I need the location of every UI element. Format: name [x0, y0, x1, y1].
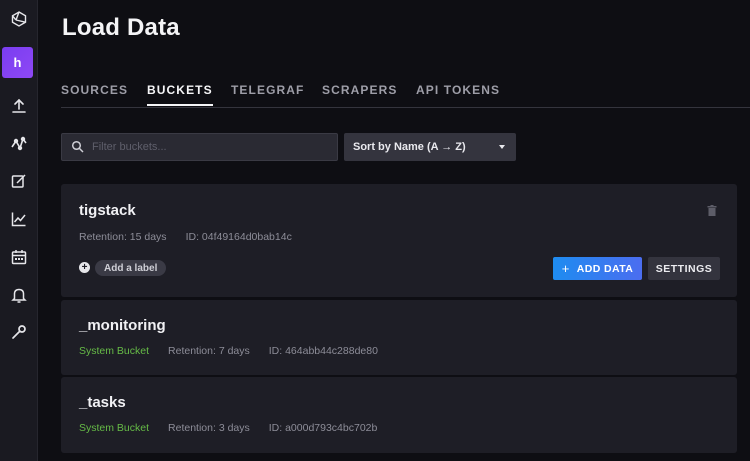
calendar-icon[interactable]	[0, 242, 38, 272]
bucket-card: _monitoring System Bucket Retention: 7 d…	[61, 300, 737, 375]
org-avatar[interactable]: h	[2, 47, 33, 78]
bucket-card: tigstack Retention: 15 days ID: 04f49164…	[61, 184, 737, 297]
bucket-name-link[interactable]: _tasks	[79, 394, 126, 411]
bell-icon[interactable]	[0, 280, 38, 310]
tab-bar: SOURCES BUCKETS TELEGRAF SCRAPERS API TO…	[61, 80, 750, 108]
bucket-card: _tasks System Bucket Retention: 3 days I…	[61, 377, 737, 453]
tab-telegraf[interactable]: TELEGRAF	[231, 83, 304, 97]
system-bucket-badge: System Bucket	[79, 422, 150, 434]
pulse-icon[interactable]	[0, 129, 38, 159]
bucket-name-link[interactable]: tigstack	[79, 202, 136, 219]
tab-scrapers[interactable]: SCRAPERS	[322, 83, 397, 97]
filter-buckets-input[interactable]	[92, 134, 332, 160]
retention-text: Retention: 15 days	[79, 231, 167, 243]
bucket-id-text: ID: 04f49164d0bab14c	[185, 231, 292, 243]
bucket-name-link[interactable]: _monitoring	[79, 317, 166, 334]
wrench-icon[interactable]	[0, 317, 38, 347]
bucket-id-text: ID: a000d793c4bc702b	[268, 422, 378, 434]
retention-text: Retention: 3 days	[168, 422, 250, 434]
chart-icon[interactable]	[0, 204, 38, 234]
sidebar: h	[0, 0, 38, 461]
edit-icon[interactable]	[0, 166, 38, 196]
page-title: Load Data	[62, 14, 180, 41]
retention-text: Retention: 7 days	[168, 345, 250, 357]
sort-dropdown[interactable]: Sort by Name (A → Z)	[344, 133, 516, 161]
search-icon	[71, 140, 84, 153]
add-label-button[interactable]: Add a label	[95, 260, 167, 276]
tab-api-tokens[interactable]: API TOKENS	[416, 83, 500, 97]
bucket-meta: Retention: 15 days ID: 04f49164d0bab14c	[79, 231, 311, 243]
system-bucket-badge: System Bucket	[79, 345, 150, 357]
caret-down-icon	[499, 145, 505, 149]
add-data-label: ADD DATA	[576, 262, 634, 275]
settings-button[interactable]: SETTINGS	[648, 257, 720, 280]
bucket-meta: System Bucket Retention: 3 days ID: a000…	[79, 422, 396, 434]
trash-icon[interactable]	[707, 205, 717, 216]
add-data-button[interactable]: + ADD DATA	[553, 257, 642, 280]
bucket-id-text: ID: 464abb44c288de80	[268, 345, 378, 357]
filter-buckets-box	[61, 133, 338, 161]
logo-icon[interactable]	[0, 4, 38, 34]
plus-icon: +	[561, 261, 570, 276]
bucket-meta: System Bucket Retention: 7 days ID: 464a…	[79, 345, 397, 357]
tab-sources[interactable]: SOURCES	[61, 83, 128, 97]
sort-dropdown-label: Sort by Name (A → Z)	[353, 141, 466, 153]
tab-buckets[interactable]: BUCKETS	[147, 83, 213, 106]
add-label-plus-icon[interactable]: +	[79, 262, 90, 273]
upload-icon[interactable]	[0, 91, 38, 121]
